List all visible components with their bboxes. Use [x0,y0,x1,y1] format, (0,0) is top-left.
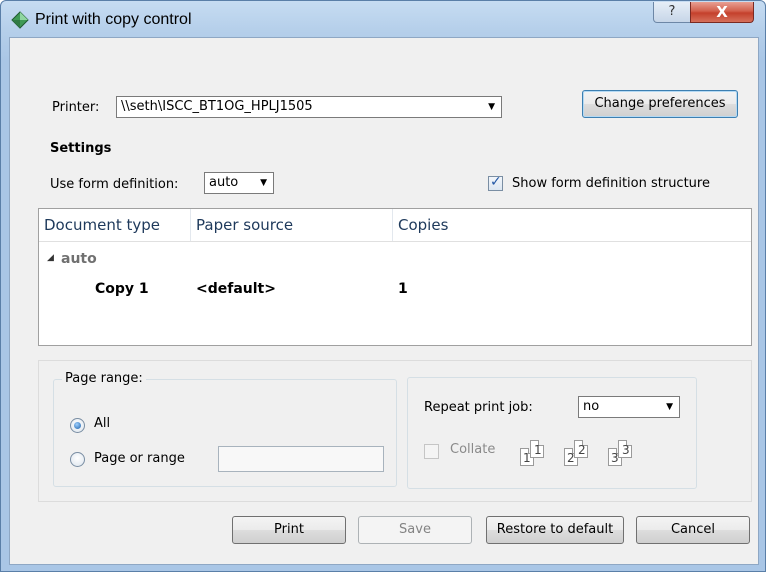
form-definition-select[interactable]: auto ▼ [204,172,274,194]
copy-control-list[interactable]: Document type Paper source Copies ◢ auto… [38,208,752,346]
tree-expand-icon[interactable]: ◢ [47,253,54,263]
chevron-down-icon: ▼ [488,102,495,112]
radio-all[interactable] [70,418,85,433]
printer-value: \\seth\ISCC_BT1OG_HPLJ1505 [121,99,313,114]
window-title: Print with copy control [35,11,192,28]
printer-select[interactable]: \\seth\ISCC_BT1OG_HPLJ1505 ▼ [116,96,502,118]
printer-label: Printer: [52,100,100,115]
page-icon: 3 [618,440,632,458]
page-icon: 2 [574,440,588,458]
restore-default-button[interactable]: Restore to default [486,516,624,544]
cancel-button[interactable]: Cancel [636,516,750,544]
repeat-print-value: no [583,399,600,414]
tree-group-label[interactable]: auto [61,251,97,267]
chevron-down-icon: ▼ [666,402,673,412]
list-header: Document type Paper source Copies [39,209,751,242]
cell-paper-source: <default> [196,281,276,297]
dialog-body: Printer: \\seth\ISCC_BT1OG_HPLJ1505 ▼ Ch… [9,37,759,565]
page-number: 3 [622,443,630,457]
show-structure-checkbox[interactable]: ✓ [488,174,503,191]
cell-document-type: Copy 1 [95,281,149,297]
column-paper-source[interactable]: Paper source [191,209,393,241]
options-panel: Page range: All Page or range Repeat pri… [38,360,752,502]
page-number: 1 [534,443,542,457]
repeat-print-group: Repeat print job: no ▼ Collate 1 1 2 2 3… [407,377,697,489]
page-range-input[interactable] [218,446,384,472]
repeat-print-select[interactable]: no ▼ [578,396,680,418]
close-icon: X [716,3,728,21]
help-button[interactable]: ? [653,2,691,23]
radio-page-range[interactable] [70,452,85,467]
page-icon: 1 [530,440,544,458]
form-definition-label: Use form definition: [50,177,179,192]
form-definition-value: auto [209,175,239,190]
app-diamond-icon [11,11,29,29]
repeat-print-label: Repeat print job: [424,400,533,415]
radio-all-label[interactable]: All [94,416,110,431]
print-button[interactable]: Print [232,516,346,544]
page-number: 2 [578,443,586,457]
help-icon: ? [668,4,676,19]
print-dialog-window: Print with copy control ? X Printer: \\s… [0,0,766,572]
page-range-legend: Page range: [62,371,146,386]
save-button[interactable]: Save [358,516,472,544]
title-bar[interactable]: Print with copy control ? X [1,1,765,37]
radio-page-range-label[interactable]: Page or range [94,451,185,466]
show-structure-label: Show form definition structure [512,176,710,191]
checkmark-icon: ✓ [490,174,502,190]
change-preferences-button[interactable]: Change preferences [582,90,738,118]
page-range-group: Page range: All Page or range [53,371,397,487]
column-document-type[interactable]: Document type [39,209,191,241]
column-copies[interactable]: Copies [393,209,751,241]
chevron-down-icon: ▼ [260,178,267,188]
settings-heading: Settings [50,141,112,156]
close-button[interactable]: X [690,2,754,23]
collate-checkbox[interactable] [424,444,439,459]
collate-label: Collate [450,442,496,457]
cell-copies: 1 [398,281,408,297]
